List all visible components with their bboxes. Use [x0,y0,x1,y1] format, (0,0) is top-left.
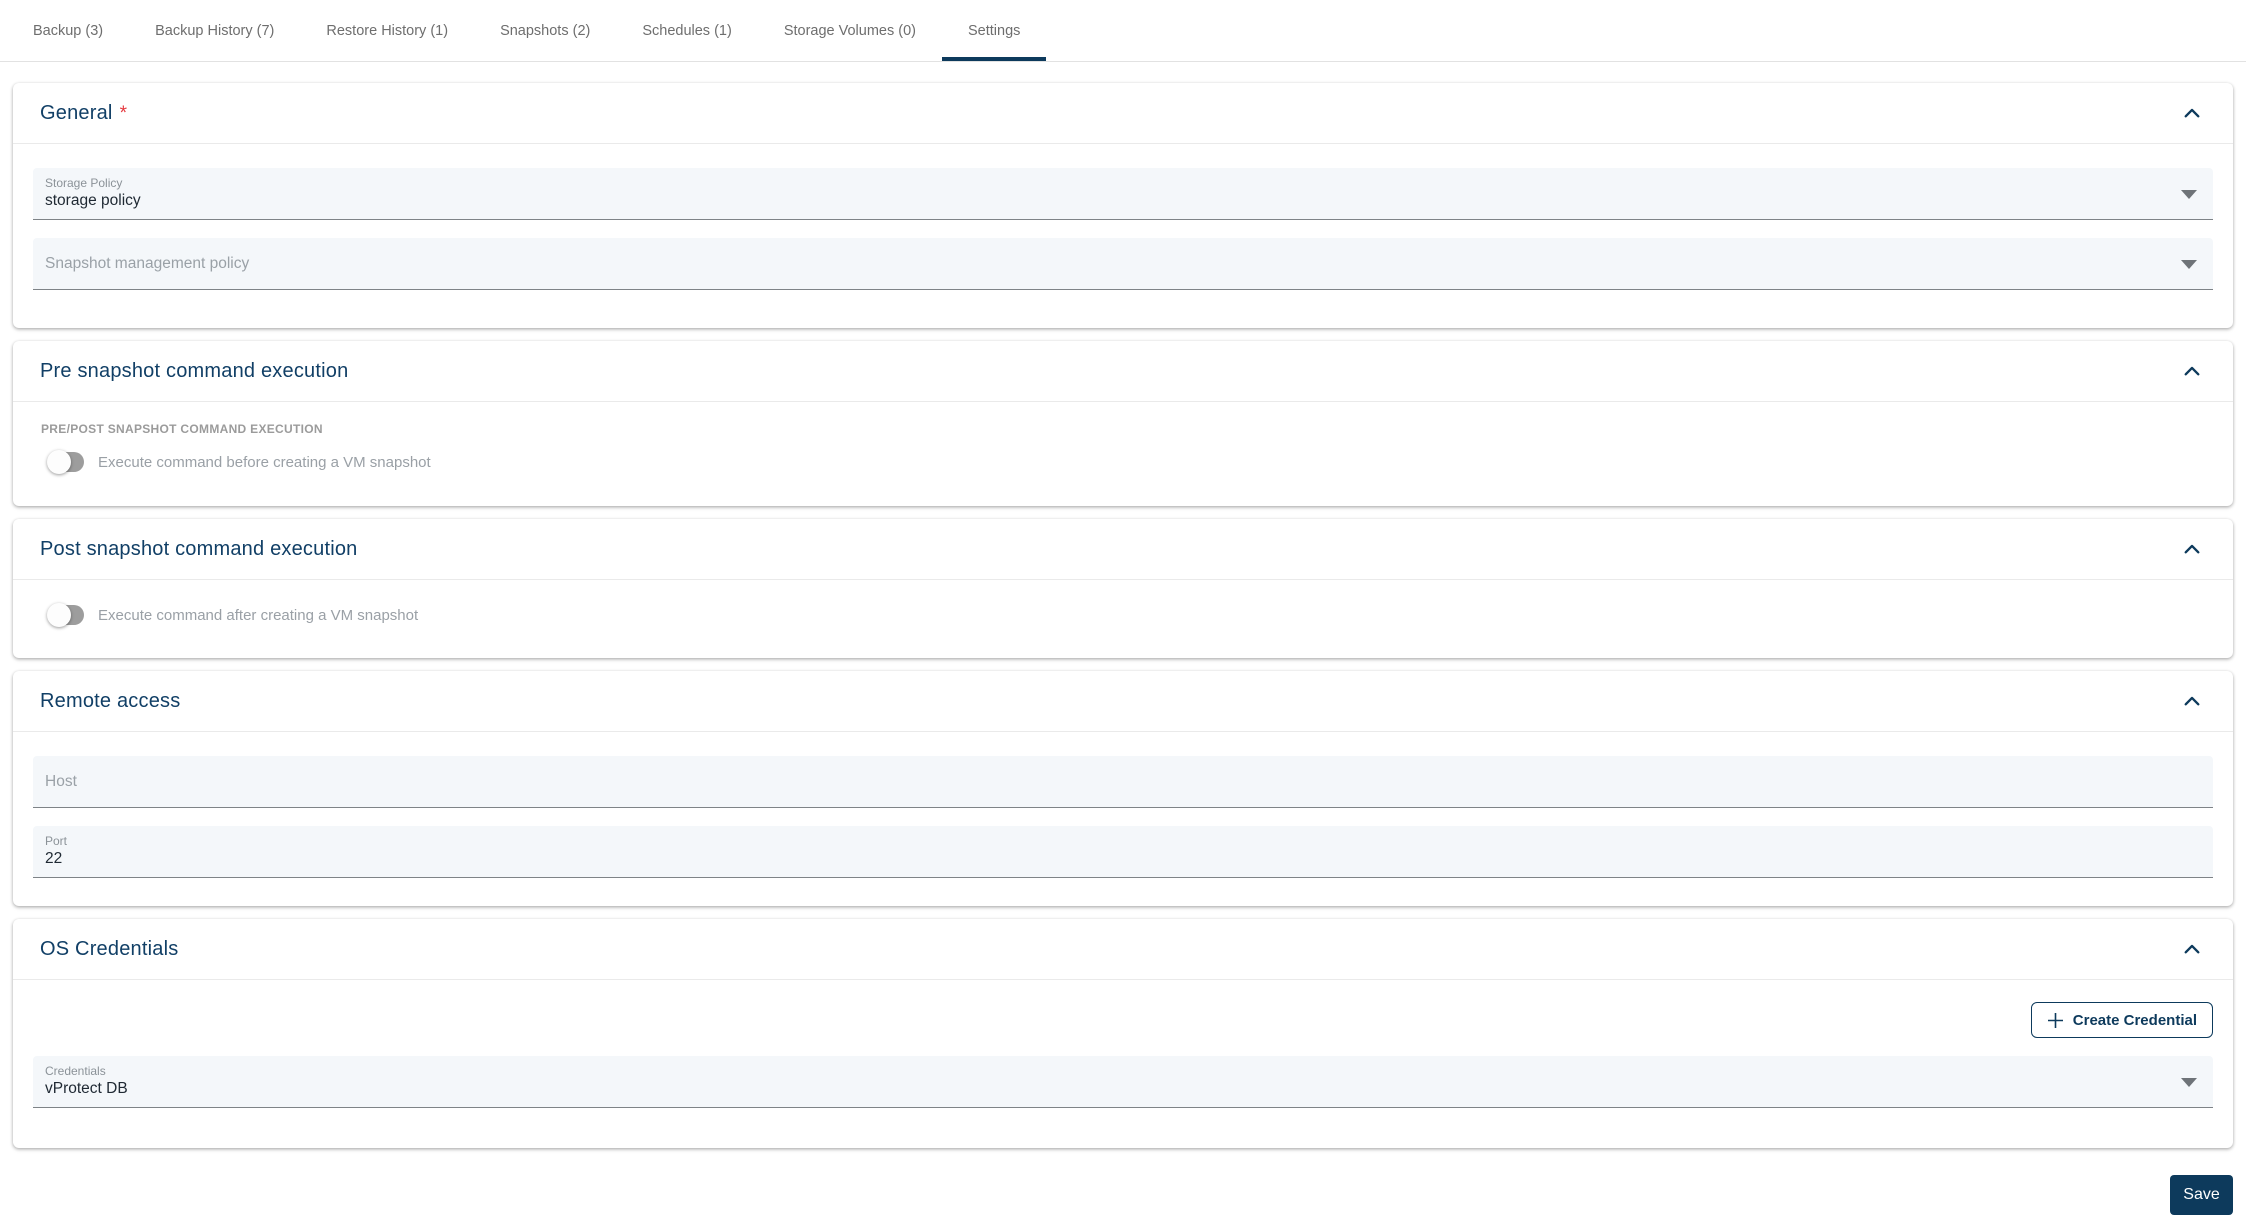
section-pre-snapshot-header: Pre snapshot command execution [13,341,2233,402]
port-label: Port [45,834,68,848]
save-row: Save [0,1161,2246,1215]
tab-restore-history[interactable]: Restore History (1) [300,0,474,61]
pre-command-toggle-label: Execute command before creating a VM sna… [98,453,431,471]
save-button[interactable]: Save [2170,1175,2233,1215]
tab-backup-history[interactable]: Backup History (7) [129,0,300,61]
create-credential-row: Create Credential [33,1002,2213,1038]
snapshot-policy-placeholder: Snapshot management policy [45,254,250,272]
section-os-credentials-header: OS Credentials [13,919,2233,980]
pre-command-toggle-row: Execute command before creating a VM sna… [47,450,2213,474]
section-general-body: Storage Policy storage policy Snapshot m… [13,144,2233,328]
section-title-text: Post snapshot command execution [40,537,358,560]
section-general: General * Storage Policy storage policy … [13,83,2233,328]
post-command-toggle-label: Execute command after creating a VM snap… [98,606,419,624]
credentials-value: vProtect DB [45,1080,128,1097]
tab-settings[interactable]: Settings [942,0,1047,61]
port-input[interactable] [45,847,2173,871]
section-general-header: General * [13,83,2233,144]
storage-policy-label: Storage Policy [45,176,123,190]
post-command-toggle[interactable] [47,603,84,627]
port-field: Port [33,826,2213,878]
section-title-remote-access: Remote access [40,690,180,713]
chevron-up-icon[interactable] [2178,357,2206,385]
toggle-thumb [47,603,71,627]
tab-storage-volumes[interactable]: Storage Volumes (0) [758,0,942,61]
credentials-select[interactable]: Credentials vProtect DB [33,1056,2213,1108]
dropdown-arrow-icon [2181,259,2197,269]
section-title-text: Remote access [40,689,181,712]
post-command-toggle-row: Execute command after creating a VM snap… [47,603,2213,627]
section-post-snapshot-header: Post snapshot command execution [13,519,2233,580]
chevron-up-icon[interactable] [2178,99,2206,127]
section-os-credentials-body: Create Credential Credentials vProtect D… [13,980,2233,1148]
storage-policy-select[interactable]: Storage Policy storage policy [33,168,2213,220]
pre-command-toggle[interactable] [47,450,84,474]
tab-snapshots[interactable]: Snapshots (2) [474,0,616,61]
section-title-os-credentials: OS Credentials [40,938,178,961]
host-field [33,756,2213,808]
create-credential-button-label: Create Credential [2072,1011,2197,1029]
section-remote-access: Remote access Port [13,671,2233,906]
chevron-up-icon[interactable] [2178,935,2206,963]
section-title-text: Pre snapshot command execution [40,359,349,382]
settings-page: General * Storage Policy storage policy … [0,62,2246,1148]
section-title-pre-snapshot: Pre snapshot command execution [40,360,348,383]
pre-post-group-label: PRE/POST SNAPSHOT COMMAND EXECUTION [41,422,323,436]
host-input[interactable] [45,756,2173,807]
create-credential-button[interactable]: Create Credential [2030,1002,2213,1038]
section-post-snapshot-body: Execute command after creating a VM snap… [13,580,2233,658]
tab-schedules[interactable]: Schedules (1) [616,0,757,61]
section-remote-access-body: Port [13,732,2233,906]
snapshot-policy-select[interactable]: Snapshot management policy [33,238,2213,290]
section-pre-snapshot-body: PRE/POST SNAPSHOT COMMAND EXECUTION Exec… [13,402,2233,506]
section-pre-snapshot: Pre snapshot command execution PRE/POST … [13,341,2233,506]
section-remote-access-header: Remote access [13,671,2233,732]
section-title-text: General [40,101,113,124]
section-title-general: General * [40,102,127,125]
dropdown-arrow-icon [2181,189,2197,199]
chevron-up-icon[interactable] [2178,687,2206,715]
dropdown-arrow-icon [2181,1077,2197,1087]
section-post-snapshot: Post snapshot command execution Execute … [13,519,2233,658]
tab-backup[interactable]: Backup (3) [7,0,129,61]
toggle-thumb [47,450,71,474]
storage-policy-value: storage policy [45,192,141,209]
tab-bar: Backup (3) Backup History (7) Restore Hi… [0,0,2246,62]
credentials-label: Credentials [45,1064,106,1078]
required-asterisk: * [119,102,128,124]
section-title-post-snapshot: Post snapshot command execution [40,538,358,561]
chevron-up-icon[interactable] [2178,535,2206,563]
section-title-text: OS Credentials [40,937,179,960]
section-os-credentials: OS Credentials Create Credential Credent… [13,919,2233,1148]
plus-icon [2047,1012,2064,1029]
